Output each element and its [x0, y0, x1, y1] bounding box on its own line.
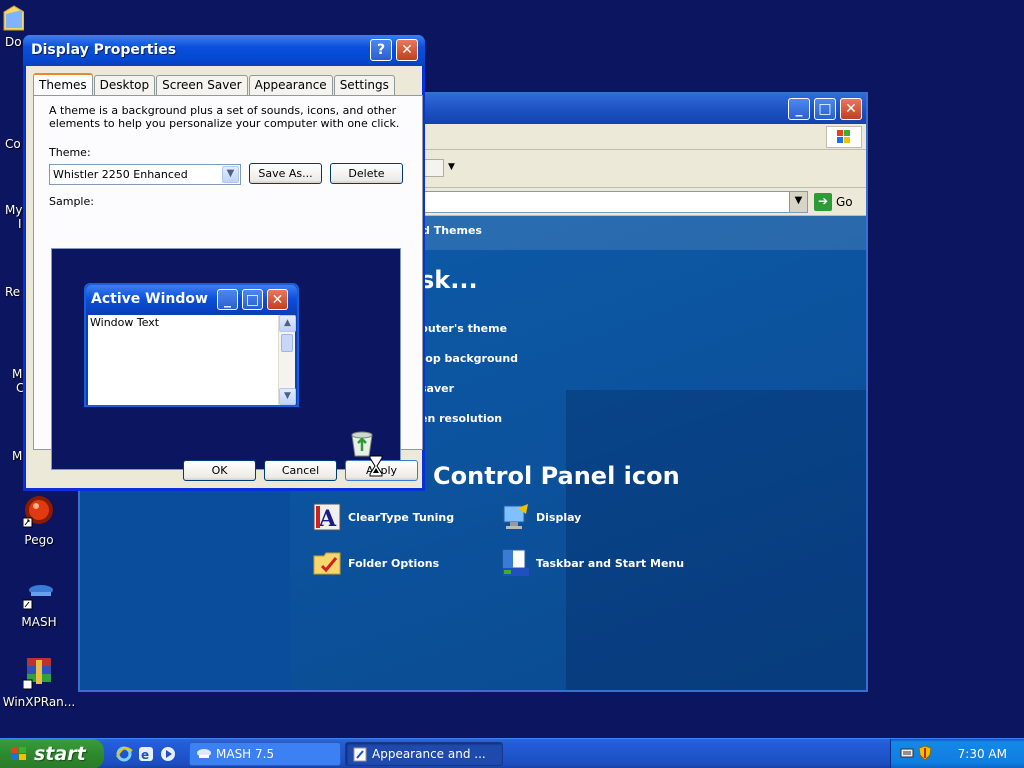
folder-icon: [3, 5, 24, 31]
themes-tab-panel: A theme is a background plus a set of so…: [33, 95, 423, 470]
display-icon: [503, 504, 528, 529]
views-dropdown-icon[interactable]: ▼: [448, 162, 455, 172]
desktop-icon-computer[interactable]: Co: [0, 137, 24, 151]
close-button[interactable]: ✕: [840, 98, 862, 120]
cp-item-cleartype[interactable]: A ClearType Tuning: [312, 502, 454, 532]
go-arrow-icon: ➔: [814, 193, 832, 211]
svg-text:A: A: [318, 506, 337, 532]
display-properties-dialog[interactable]: Display Properties ? ✕ Themes Desktop Sc…: [23, 35, 425, 491]
media-player-icon[interactable]: [159, 745, 177, 763]
taskbar-task-appearance[interactable]: Appearance and ...: [345, 742, 503, 766]
hourglass-cursor-icon: [369, 455, 383, 477]
security-shield-icon[interactable]: [918, 745, 932, 761]
theme-select[interactable]: Whistler 2250 Enhanced ▼: [49, 164, 241, 185]
system-tray: 7:30 AM: [890, 739, 1024, 768]
tab-appearance[interactable]: Appearance: [248, 75, 333, 95]
cp-item-folder-options[interactable]: Folder Options: [312, 548, 439, 578]
tab-settings[interactable]: Settings: [333, 75, 395, 95]
task-change-theme[interactable]: puter's theme: [420, 322, 507, 335]
menu-bar: [420, 124, 866, 150]
clock[interactable]: 7:30 AM: [958, 747, 1007, 761]
chevron-down-icon: ▼: [279, 388, 296, 405]
ok-button[interactable]: OK: [183, 460, 256, 481]
mash-icon: [197, 749, 211, 758]
task-screen-resolution[interactable]: en resolution: [420, 412, 502, 425]
desktop-icon-winxpran[interactable]: WinXPRan...: [0, 656, 78, 709]
start-button[interactable]: start: [0, 739, 104, 768]
desktop-icon-recycle[interactable]: Re: [0, 285, 24, 299]
toolbar: ▼: [420, 150, 866, 188]
preview-active-window: Active Window _ □ ✕ Window Text ▲ ▼: [84, 283, 299, 407]
taskbar-task-mash[interactable]: MASH 7.5: [189, 742, 341, 766]
desktop-icon-documents[interactable]: Do: [0, 2, 24, 49]
theme-select-value: Whistler 2250 Enhanced: [53, 168, 188, 181]
save-as-button[interactable]: Save As...: [249, 163, 322, 184]
preview-scrollbar: ▲ ▼: [278, 315, 296, 405]
preview-maximize-icon: □: [242, 289, 263, 310]
cleartype-icon: A: [313, 503, 341, 532]
desktop-icon-network[interactable]: My I: [0, 203, 24, 231]
go-button[interactable]: ➔ Go: [814, 192, 853, 212]
task-screen-saver[interactable]: saver: [420, 382, 454, 395]
desktop-icon-media[interactable]: MC: [0, 367, 24, 395]
desktop-icon-misc[interactable]: M: [0, 449, 24, 463]
folder-options-icon: [313, 552, 341, 575]
keyboard-icon[interactable]: [900, 747, 914, 759]
tab-themes[interactable]: Themes: [33, 73, 93, 95]
preview-window-title: Active Window: [91, 291, 208, 307]
preview-close-icon: ✕: [267, 289, 288, 310]
recycle-bin-icon: [351, 431, 373, 457]
delete-button[interactable]: Delete: [330, 163, 403, 184]
tab-desktop[interactable]: Desktop: [93, 75, 156, 95]
internet-explorer-icon[interactable]: [115, 745, 133, 763]
theme-label: Theme:: [49, 146, 91, 159]
cp-item-display[interactable]: Display: [500, 502, 581, 532]
svg-text:e: e: [141, 748, 149, 762]
maximize-button[interactable]: □: [814, 98, 836, 120]
theme-sample-preview: Active Window _ □ ✕ Window Text ▲ ▼: [51, 248, 401, 470]
address-dropdown-button[interactable]: ▼: [789, 192, 807, 212]
address-input[interactable]: ▼: [420, 191, 808, 213]
sample-label: Sample:: [49, 195, 94, 208]
taskbar-icon: [502, 549, 529, 576]
control-panel-icon: [353, 747, 367, 762]
tab-screen-saver[interactable]: Screen Saver: [156, 75, 248, 95]
mash-icon: [22, 585, 53, 610]
help-button[interactable]: ?: [370, 39, 392, 61]
browser-icon[interactable]: e: [137, 745, 155, 763]
minimize-button[interactable]: _: [788, 98, 810, 120]
views-icon[interactable]: [424, 159, 444, 177]
archive-icon: [22, 658, 51, 690]
theme-description: A theme is a background plus a set of so…: [49, 104, 400, 130]
pick-icon-heading: Control Panel icon: [433, 462, 680, 490]
dialog-close-button[interactable]: ✕: [396, 39, 418, 61]
desktop-icon-mash[interactable]: MASH: [0, 580, 78, 629]
windows-flag-icon: [826, 126, 862, 148]
windows-logo-icon: [11, 747, 26, 760]
preview-minimize-icon: _: [217, 289, 238, 310]
preview-window-text: Window Text: [90, 316, 160, 329]
pick-task-heading: sk...: [420, 266, 478, 294]
chevron-down-icon[interactable]: ▼: [222, 166, 239, 183]
chevron-up-icon: ▲: [279, 315, 296, 332]
cp-item-taskbar-start-menu[interactable]: Taskbar and Start Menu: [500, 548, 684, 578]
desktop-icon-pego[interactable]: Pego: [0, 494, 78, 547]
cancel-button[interactable]: Cancel: [264, 460, 337, 481]
task-change-background[interactable]: top background: [420, 352, 518, 365]
dialog-title: Display Properties: [31, 42, 177, 58]
dialog-titlebar[interactable]: Display Properties ? ✕: [23, 35, 425, 66]
pego-icon: [22, 496, 53, 528]
dialog-tabs: Themes Desktop Screen Saver Appearance S…: [33, 73, 396, 95]
taskbar: start e MASH 7.5 Appearance and ... 7:30…: [0, 738, 1024, 768]
address-bar: ▼ ➔ Go: [420, 188, 866, 216]
category-breadcrumb: d Themes: [422, 224, 482, 237]
